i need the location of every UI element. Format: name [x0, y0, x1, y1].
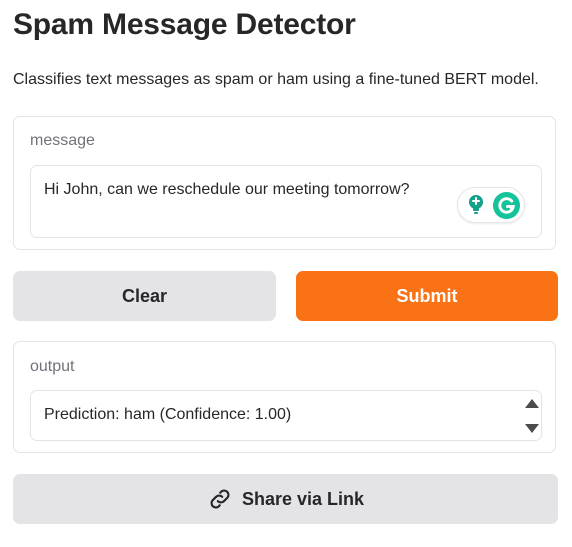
message-textbox[interactable]: Hi John, can we reschedule our meeting t…: [30, 165, 542, 238]
message-text: Hi John, can we reschedule our meeting t…: [44, 181, 410, 198]
chevron-up-icon[interactable]: [525, 399, 539, 408]
link-icon: [210, 489, 230, 509]
lightbulb-icon[interactable]: [464, 193, 488, 217]
chevron-down-icon[interactable]: [525, 424, 539, 433]
grammarly-logo-icon[interactable]: [492, 191, 521, 220]
grammarly-widget[interactable]: [457, 187, 525, 223]
output-scroll-arrows[interactable]: [523, 395, 539, 437]
message-label: message: [30, 132, 95, 149]
submit-button[interactable]: Submit: [296, 271, 558, 321]
output-block: output Prediction: ham (Confidence: 1.00…: [13, 341, 556, 453]
app-page: Spam Message Detector Classifies text me…: [0, 0, 572, 547]
clear-button[interactable]: Clear: [13, 271, 276, 321]
output-text: Prediction: ham (Confidence: 1.00): [44, 406, 292, 423]
share-via-link-button[interactable]: Share via Link: [13, 474, 558, 524]
share-button-label: Share via Link: [241, 488, 365, 509]
page-title: Spam Message Detector: [13, 8, 356, 41]
message-block: message Hi John, can we reschedule our m…: [13, 116, 556, 250]
page-description: Classifies text messages as spam or ham …: [13, 71, 539, 88]
output-textbox[interactable]: Prediction: ham (Confidence: 1.00): [30, 390, 542, 441]
output-label: output: [30, 358, 75, 375]
